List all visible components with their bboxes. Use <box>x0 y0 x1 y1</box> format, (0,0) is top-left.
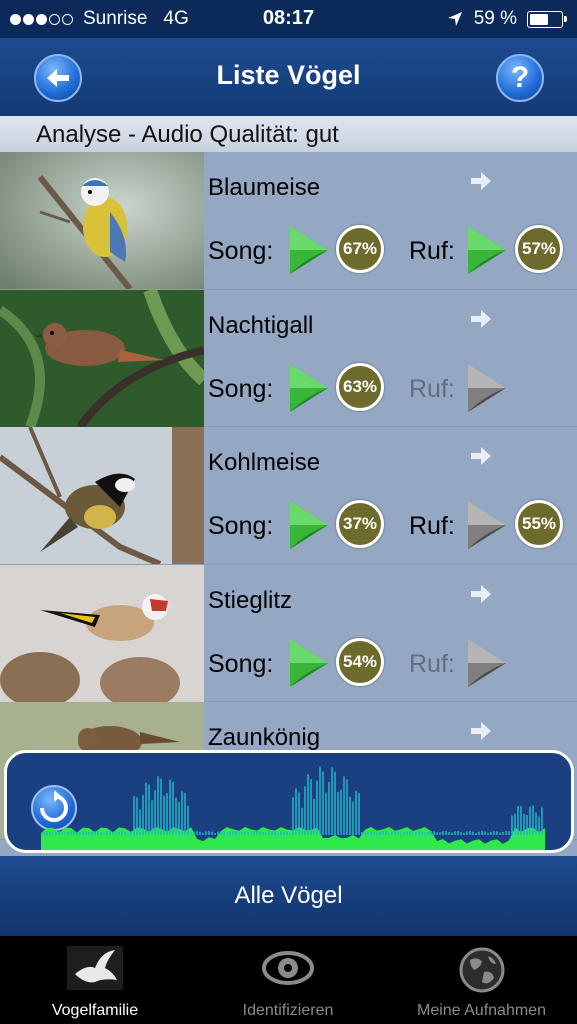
globe-icon <box>459 947 504 993</box>
song-label: Song: <box>208 512 274 540</box>
bird-row-blaumeise[interactable]: Blaumeise Song: 67% Ruf: 57% <box>0 152 577 290</box>
tab-label: Identifizieren <box>242 1002 334 1019</box>
bird-info: Kohlmeise Song: 37% Ruf: 55% <box>204 427 577 564</box>
bird-name: Zaunkönig <box>208 724 321 751</box>
song-play-icon[interactable] <box>286 362 330 414</box>
help-button[interactable]: ? <box>496 54 544 102</box>
song-label: Song: <box>208 374 274 403</box>
detail-arrow-icon[interactable] <box>469 445 493 467</box>
all-birds-button[interactable]: Alle Vögel <box>0 856 577 936</box>
bird-info: Blaumeise Song: 67% Ruf: 57% <box>204 152 577 289</box>
call-play-disabled-icon <box>468 501 506 549</box>
bird-photo-stieglitz <box>0 564 204 702</box>
tab-bar: Vogelfamilie Identifizieren Meine Aufnah… <box>0 936 577 1024</box>
status-bar: Sunrise 4G 08:17 59 % <box>0 0 577 38</box>
song-play-icon[interactable] <box>286 224 330 276</box>
call-label: Ruf: <box>409 374 455 403</box>
detail-arrow-icon[interactable] <box>469 170 493 192</box>
tab-label: Meine Aufnahmen <box>417 1002 546 1019</box>
location-arrow-icon <box>447 12 462 26</box>
tab-label: Vogelfamilie <box>51 1002 139 1019</box>
song-match-percent: 37% <box>336 500 384 548</box>
waveform-graph <box>41 766 545 850</box>
call-label: Ruf: <box>409 512 455 540</box>
bird-name: Kohlmeise <box>208 449 321 476</box>
help-question-icon: ? <box>510 61 530 94</box>
analysis-header: Analyse - Audio Qualität: gut <box>0 116 577 152</box>
bird-name: Blaumeise <box>208 174 321 201</box>
song-match-percent: 54% <box>336 637 384 686</box>
bird-row-stieglitz[interactable]: Stieglitz Song: 54% Ruf: <box>0 564 577 702</box>
song-label: Song: <box>208 649 274 678</box>
detail-arrow-icon[interactable] <box>469 583 493 605</box>
tab-identifizieren[interactable]: Identifizieren <box>190 936 386 1024</box>
page-title: Liste Vögel <box>216 60 361 90</box>
battery-percent: 59 % <box>473 8 517 29</box>
battery-icon <box>527 10 567 28</box>
bird-photo-nachtigall <box>0 289 204 427</box>
bird-info: Stieglitz Song: 54% Ruf: <box>204 564 577 701</box>
analysis-quality-text: Analyse - Audio Qualität: gut <box>36 121 339 148</box>
call-match-percent: 57% <box>515 225 563 273</box>
detail-arrow-icon[interactable] <box>469 308 493 330</box>
call-play-disabled-icon <box>468 363 506 412</box>
bird-name: Stieglitz <box>208 586 293 614</box>
call-play-icon[interactable] <box>464 224 508 276</box>
song-match-percent: 67% <box>336 225 384 273</box>
bird-photo-kohlmeise <box>0 427 204 564</box>
song-label: Song: <box>208 237 274 265</box>
status-right: 59 % <box>446 8 567 30</box>
song-match-percent: 63% <box>336 362 384 411</box>
eye-icon <box>262 951 314 985</box>
tab-meine-aufnahmen[interactable]: Meine Aufnahmen <box>386 936 577 1024</box>
call-match-percent: 55% <box>515 500 563 548</box>
call-label: Ruf: <box>409 237 455 265</box>
bird-row-nachtigall[interactable]: Nachtigall Song: 63% Ruf: <box>0 289 577 427</box>
song-play-icon[interactable] <box>286 499 330 551</box>
dove-icon <box>67 946 123 990</box>
song-play-icon[interactable] <box>286 637 330 689</box>
navigation-bar: Liste Vögel ? <box>0 38 577 116</box>
call-play-disabled-icon <box>468 638 506 687</box>
bird-info: Nachtigall Song: 63% Ruf: <box>204 289 577 426</box>
detail-arrow-icon[interactable] <box>469 720 493 742</box>
bird-row-kohlmeise[interactable]: Kohlmeise Song: 37% Ruf: 55% <box>0 427 577 565</box>
bird-name: Nachtigall <box>208 311 314 339</box>
call-label: Ruf: <box>409 649 455 678</box>
bird-photo-blaumeise <box>0 152 204 289</box>
tab-vogelfamilie[interactable]: Vogelfamilie <box>0 936 190 1024</box>
audio-waveform-panel <box>4 750 574 853</box>
